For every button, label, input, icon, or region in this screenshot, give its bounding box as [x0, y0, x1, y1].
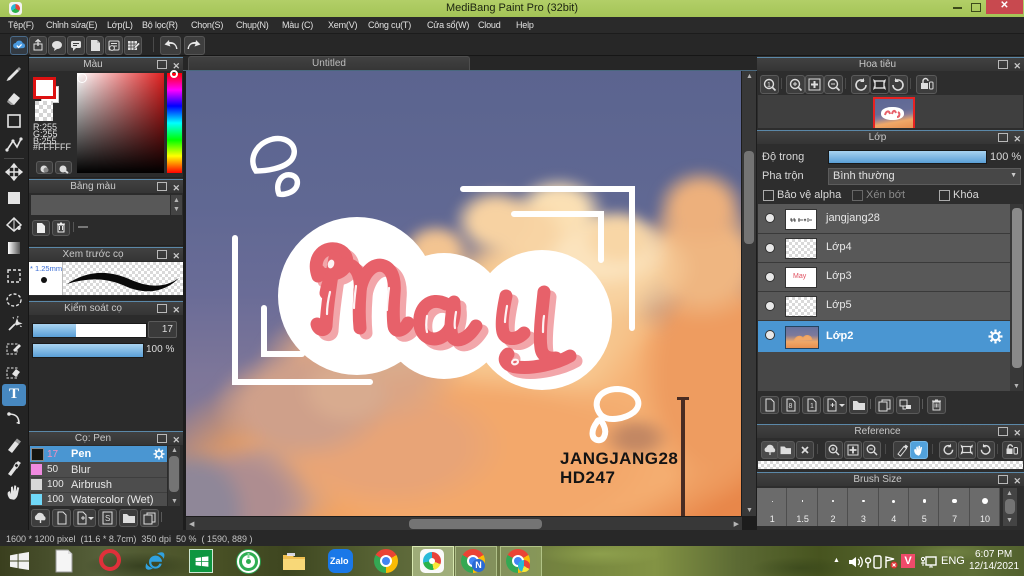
svg-text:HD247: HD247: [560, 468, 615, 487]
svg-text:S: S: [105, 514, 110, 523]
svg-text:8: 8: [789, 403, 793, 410]
svg-text:JANGJANG28: JANGJANG28: [560, 449, 678, 468]
svg-text:1: 1: [767, 82, 771, 89]
svg-text:1: 1: [810, 403, 814, 410]
